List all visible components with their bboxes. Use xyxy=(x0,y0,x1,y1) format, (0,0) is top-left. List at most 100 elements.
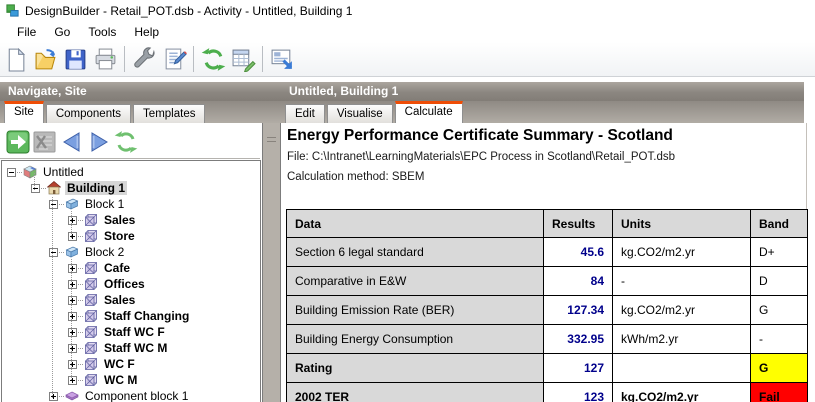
toolbar-separator xyxy=(124,46,125,72)
expand-icon[interactable] xyxy=(68,215,77,225)
back-arrow-button[interactable] xyxy=(58,129,85,155)
save-file-button[interactable] xyxy=(60,44,90,74)
menu-help[interactable]: Help xyxy=(125,23,168,41)
table-row: Section 6 legal standard 45.6 kg.CO2/m2.yr… xyxy=(286,237,808,267)
edit-script-icon xyxy=(165,48,187,69)
tree-connector xyxy=(78,331,83,333)
go-green-arrow-button[interactable] xyxy=(4,129,31,155)
expand-icon[interactable] xyxy=(68,343,77,353)
tree-item-label: Staff WC F xyxy=(104,325,165,339)
menu-go[interactable]: Go xyxy=(45,23,79,41)
cancel-disabled-button xyxy=(31,129,58,155)
tree-guide-line xyxy=(71,259,72,380)
tab-components[interactable]: Components xyxy=(45,104,132,123)
tree-item-untitled[interactable]: Untitled xyxy=(2,164,260,180)
tree-item-block-1[interactable]: Block 1 xyxy=(2,196,260,212)
tree-item-label: Sales xyxy=(104,293,136,307)
epc-results-table: Data Results Units Band Section 6 legal sta… xyxy=(286,209,808,402)
tree-item-label: Sales xyxy=(104,213,136,227)
report-export-button[interactable] xyxy=(267,44,297,74)
new-file-button[interactable] xyxy=(0,44,30,74)
open-file-button[interactable] xyxy=(30,44,60,74)
print-icon xyxy=(95,48,115,69)
expand-icon[interactable] xyxy=(49,391,58,401)
expand-icon[interactable] xyxy=(68,279,77,289)
tree-item-label: WC M xyxy=(104,373,138,387)
print-button[interactable] xyxy=(90,44,120,74)
refresh-green-button[interactable] xyxy=(112,129,139,155)
edit-script-button[interactable] xyxy=(159,44,189,74)
tree-item-sales[interactable]: Sales xyxy=(2,212,260,228)
tools-wrench-icon xyxy=(133,46,155,68)
tree-connector xyxy=(78,219,83,221)
tree-connector xyxy=(41,187,46,189)
collapse-icon[interactable] xyxy=(7,167,16,177)
tree-item-label: Staff Changing xyxy=(104,309,190,323)
cell-band: D+ xyxy=(750,237,808,267)
cell-result: 84 xyxy=(543,266,613,296)
zone-icon xyxy=(85,358,97,370)
tree-item-label: WC F xyxy=(104,357,135,371)
expand-icon[interactable] xyxy=(68,375,77,385)
tools-wrench-button[interactable] xyxy=(129,44,159,74)
collapse-icon[interactable] xyxy=(49,247,58,257)
site-tree: Untitled Building 1 Block 1 Sales Store Block… xyxy=(1,160,261,402)
cell-band: - xyxy=(750,324,808,354)
left-panel-title: Navigate, Site xyxy=(8,84,87,98)
expand-icon[interactable] xyxy=(68,295,77,305)
tree-connector xyxy=(78,363,83,365)
expand-icon[interactable] xyxy=(68,311,77,321)
tree-guide-line xyxy=(34,173,35,190)
collapse-icon[interactable] xyxy=(31,183,40,193)
tab-visualise[interactable]: Visualise xyxy=(326,104,393,123)
expand-icon[interactable] xyxy=(68,359,77,369)
expand-icon[interactable] xyxy=(68,231,77,241)
cell-data: Comparative in E&W xyxy=(286,266,544,296)
tree-item-label: Offices xyxy=(104,277,145,291)
edit-table-button[interactable] xyxy=(228,44,258,74)
title-bar: DesignBuilder - Retail_POT.dsb - Activit… xyxy=(0,0,815,21)
tree-item-staff-wc-f[interactable]: Staff WC F xyxy=(2,324,260,340)
epc-file-path: File: C:\Intranet\LearningMaterials\EPC … xyxy=(287,151,675,163)
cell-result: 123 xyxy=(543,382,613,402)
menu-tools[interactable]: Tools xyxy=(79,23,125,41)
tree-item-store[interactable]: Store xyxy=(2,228,260,244)
tree-item-offices[interactable]: Offices xyxy=(2,276,260,292)
tree-item-wc-f[interactable]: WC F xyxy=(2,356,260,372)
toolbar-separator xyxy=(262,46,263,72)
tree-item-component-block-1[interactable]: Component block 1 xyxy=(2,388,260,402)
tree-item-block-2[interactable]: Block 2 xyxy=(2,244,260,260)
tree-item-staff-changing[interactable]: Staff Changing xyxy=(2,308,260,324)
tab-calculate[interactable]: Calculate xyxy=(394,101,463,123)
tree-item-sales[interactable]: Sales xyxy=(2,292,260,308)
tab-templates[interactable]: Templates xyxy=(133,104,206,123)
cell-data: Section 6 legal standard xyxy=(286,237,544,267)
expand-icon[interactable] xyxy=(68,327,77,337)
tree-item-cafe[interactable]: Cafe xyxy=(2,260,260,276)
tree-item-wc-m[interactable]: WC M xyxy=(2,372,260,388)
menu-file[interactable]: File xyxy=(8,23,45,41)
tab-site[interactable]: Site xyxy=(4,101,44,123)
expand-icon[interactable] xyxy=(68,263,77,273)
cell-band: Fail xyxy=(750,382,808,402)
panel-splitter[interactable] xyxy=(262,123,281,402)
building-icon xyxy=(47,181,61,195)
tab-edit[interactable]: Edit xyxy=(285,104,325,123)
zone-icon xyxy=(85,230,97,242)
cell-data: Rating xyxy=(286,353,544,383)
refresh-model-button[interactable] xyxy=(198,44,228,74)
navigate-panel: Untitled Building 1 Block 1 Sales Store Block… xyxy=(0,123,262,402)
collapse-icon[interactable] xyxy=(49,199,58,209)
tree-connector xyxy=(78,347,83,349)
zone-icon xyxy=(85,342,97,354)
table-header-row: Data Results Units Band xyxy=(286,209,808,238)
forward-arrow-button[interactable] xyxy=(85,129,112,155)
component-icon xyxy=(65,391,79,401)
column-header-units: Units xyxy=(612,209,751,238)
tree-item-staff-wc-m[interactable]: Staff WC M xyxy=(2,340,260,356)
tree-item-building-1[interactable]: Building 1 xyxy=(2,180,260,196)
forward-arrow-icon xyxy=(91,131,108,152)
cell-result: 127 xyxy=(543,353,613,383)
cell-units: kg.CO2/m2.yr xyxy=(612,295,751,325)
epc-calculation-method: Calculation method: SBEM xyxy=(287,171,425,183)
